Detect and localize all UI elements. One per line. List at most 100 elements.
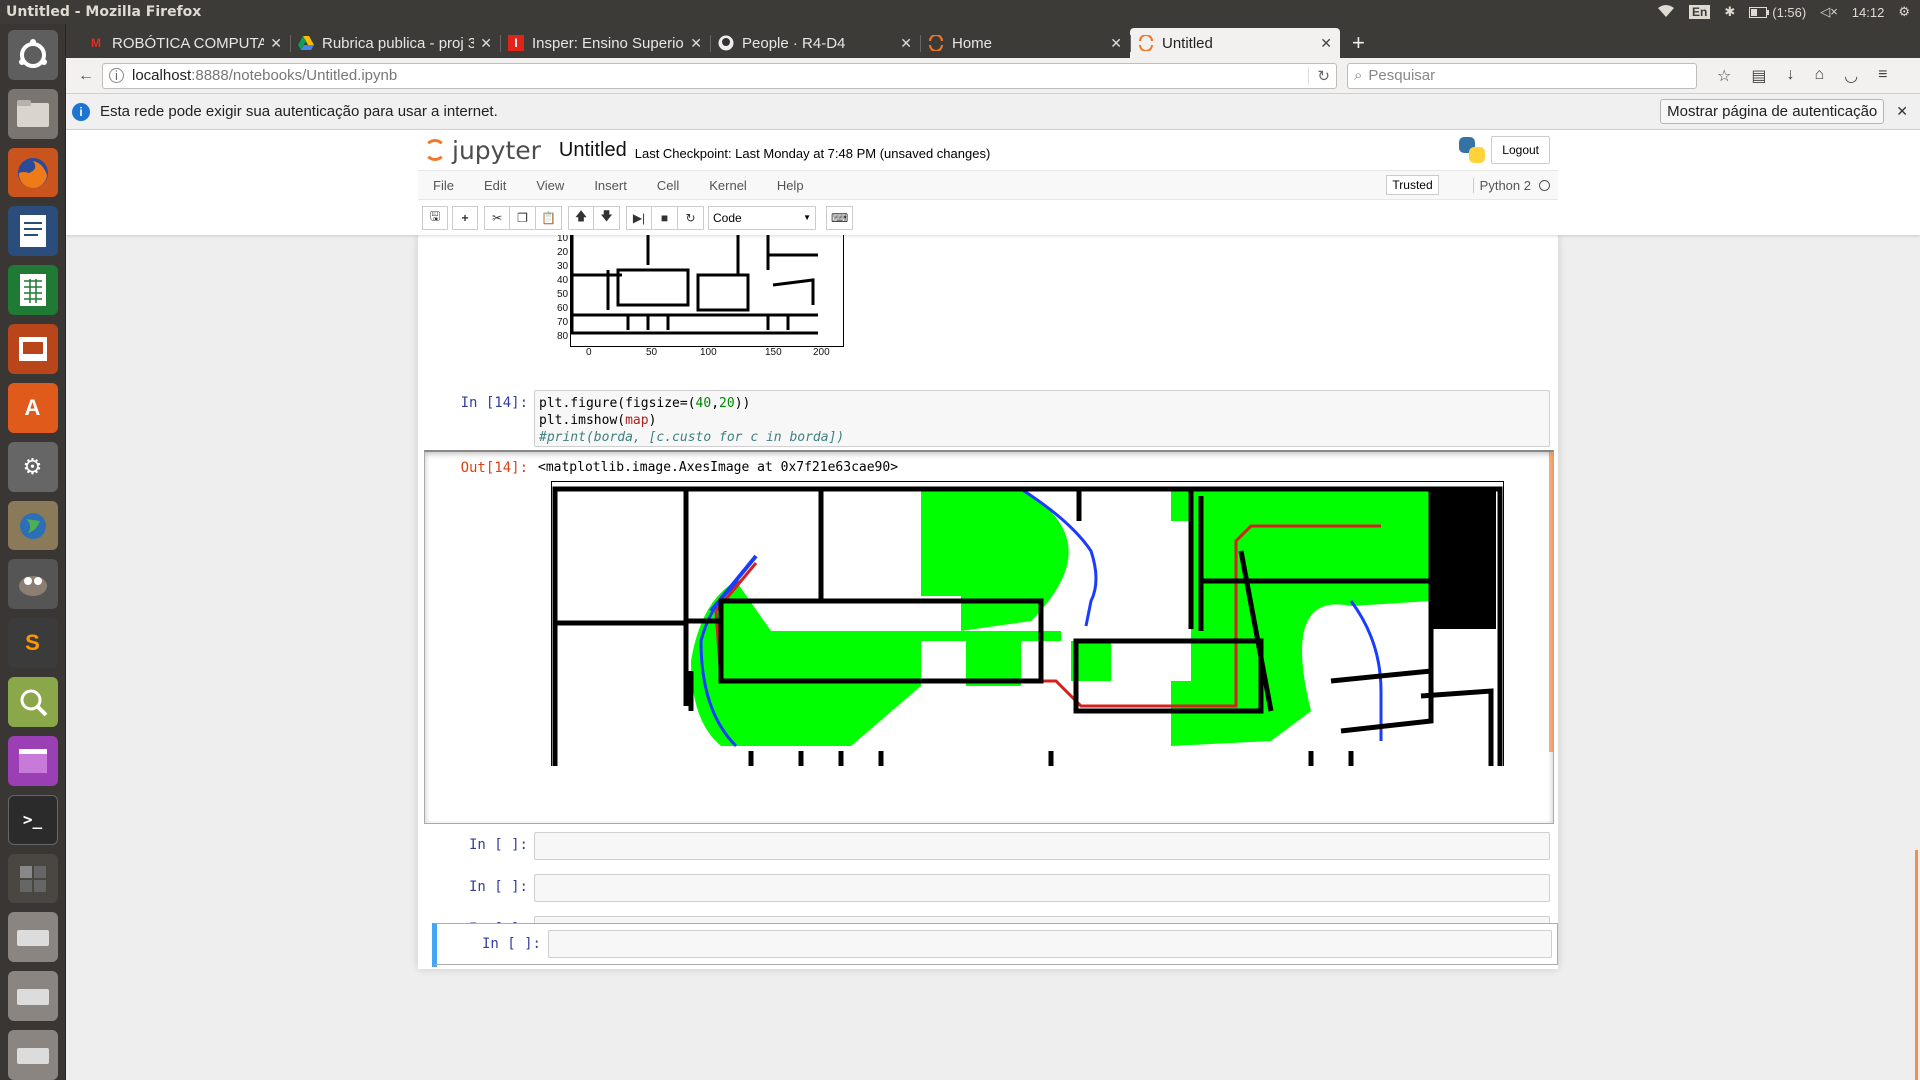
menu-edit[interactable]: Edit: [469, 178, 521, 193]
new-tab-plus-icon[interactable]: +: [1340, 28, 1377, 58]
code-comment-line: #print(borda, [c.custo for c in borda]): [539, 430, 845, 445]
system-top-panel: Untitled - Mozilla Firefox En ✱ (1:56) ◁…: [0, 0, 1920, 24]
map-image-output: [551, 481, 1504, 824]
close-icon[interactable]: ✕: [270, 35, 282, 52]
cell-type-value: Code: [713, 210, 742, 225]
input-prompt: In [ ]:: [481, 936, 541, 952]
code-editor[interactable]: [534, 874, 1550, 902]
output-scroll-indicator[interactable]: [1549, 452, 1553, 752]
site-info-icon[interactable]: i: [109, 68, 124, 83]
close-icon[interactable]: ✕: [1110, 35, 1122, 52]
run-step-icon[interactable]: ▶|: [626, 205, 652, 230]
sublime-text-icon[interactable]: S: [7, 618, 58, 669]
jupyter-menubar: File Edit View Insert Cell Kernel Help T…: [418, 170, 1558, 200]
browser-tab-active[interactable]: Untitled ✕: [1130, 28, 1340, 58]
insert-cell-plus-icon[interactable]: +: [452, 205, 478, 230]
download-arrow-icon[interactable]: ↓: [1786, 66, 1794, 86]
wifi-icon[interactable]: [1657, 4, 1675, 21]
drive-icon[interactable]: [7, 912, 58, 963]
pocket-icon[interactable]: ◡: [1844, 66, 1858, 86]
kernel-idle-indicator-icon: [1539, 179, 1550, 191]
volume-muted-icon[interactable]: ◁×: [1820, 4, 1838, 20]
x-tick-label: 0: [586, 347, 592, 358]
kernel-name: Python 2: [1472, 177, 1531, 193]
restart-icon[interactable]: ↻: [678, 205, 704, 230]
close-icon[interactable]: ✕: [900, 35, 912, 52]
input-prompt: In [14]:: [460, 395, 528, 411]
menu-help[interactable]: Help: [762, 178, 819, 193]
python-logo-icon: [1459, 137, 1486, 163]
selected-cell-frame[interactable]: In [ ]:: [432, 923, 1558, 965]
code-editor[interactable]: [548, 930, 1552, 958]
menu-view[interactable]: View: [521, 178, 579, 193]
paste-icon[interactable]: 📋: [536, 205, 562, 230]
trusted-badge[interactable]: Trusted: [1386, 175, 1439, 195]
notebook-name[interactable]: Untitled: [559, 139, 627, 162]
libreoffice-impress-icon[interactable]: [7, 324, 58, 374]
y-tick-label: 10: [557, 235, 569, 244]
y-tick-label: 50: [557, 289, 569, 300]
menu-insert[interactable]: Insert: [579, 178, 642, 193]
files-icon[interactable]: [7, 88, 58, 139]
menu-cell[interactable]: Cell: [642, 178, 694, 193]
logout-button[interactable]: Logout: [1491, 136, 1550, 164]
save-icon[interactable]: 🖫: [422, 205, 448, 230]
keyboard-layout-indicator[interactable]: En: [1688, 5, 1711, 19]
output-text: <matplotlib.image.AxesImage at 0x7f21e63…: [538, 460, 899, 475]
clock[interactable]: 14:12: [1852, 5, 1885, 20]
move-down-arrow-icon[interactable]: 🡇: [594, 205, 620, 230]
libreoffice-calc-icon[interactable]: [7, 265, 58, 316]
software-center-icon[interactable]: A: [7, 382, 58, 433]
close-icon[interactable]: ✕: [1320, 35, 1332, 52]
close-icon[interactable]: ✕: [480, 35, 492, 52]
image-viewer-icon[interactable]: [7, 677, 58, 727]
browser-tab[interactable]: People · R4-D4 ✕: [710, 28, 920, 58]
cut-scissors-icon[interactable]: ✂: [484, 205, 510, 230]
ubuntu-dash-icon[interactable]: [7, 30, 58, 80]
code-editor[interactable]: [534, 832, 1550, 860]
menu-kernel[interactable]: Kernel: [694, 178, 762, 193]
cell-type-select[interactable]: Code ▼: [708, 205, 816, 230]
browser-tab[interactable]: M ROBÓTICA COMPUTAC ✕: [80, 28, 290, 58]
copy-icon[interactable]: ❐: [510, 205, 536, 230]
previous-plot-axes-frame: [570, 235, 844, 347]
drive-icon[interactable]: [7, 1030, 58, 1080]
menu-file[interactable]: File: [418, 178, 469, 193]
jupyter-header: jupyter Untitled Last Checkpoint: Last M…: [66, 130, 1920, 235]
jupyter-page: jupyter Untitled Last Checkpoint: Last M…: [66, 130, 1920, 1080]
browser-tab[interactable]: Home ✕: [920, 28, 1130, 58]
y-tick-label: 30: [557, 261, 569, 272]
browser-nav-bar: ← i localhost:8888/notebooks/Untitled.ip…: [66, 58, 1920, 94]
jupyter-logo[interactable]: jupyter: [424, 136, 541, 165]
close-icon[interactable]: ✕: [1896, 103, 1908, 120]
browser-tab[interactable]: Rubrica publica - proj 3 ✕: [290, 28, 500, 58]
keyboard-icon[interactable]: ⌨: [826, 205, 854, 230]
show-login-page-button[interactable]: Mostrar página de autenticação: [1660, 99, 1885, 124]
reload-icon[interactable]: ↻: [1308, 66, 1330, 85]
gimp-icon[interactable]: [7, 559, 58, 610]
firefox-icon[interactable]: [7, 147, 58, 198]
move-up-arrow-icon[interactable]: 🡅: [568, 205, 594, 230]
browser-tab[interactable]: I Insper: Ensino Superio ✕: [500, 28, 710, 58]
page-scrollbar-thumb[interactable]: [1915, 850, 1918, 1080]
terminal-icon[interactable]: >_: [7, 794, 58, 845]
libreoffice-writer-icon[interactable]: [7, 206, 58, 257]
url-bar[interactable]: i localhost:8888/notebooks/Untitled.ipyn…: [102, 62, 1337, 89]
search-bar[interactable]: ⌕ Pesquisar: [1347, 62, 1697, 89]
home-icon[interactable]: ⌂: [1814, 66, 1824, 86]
video-player-icon[interactable]: [7, 735, 58, 786]
bluetooth-icon[interactable]: ✱: [1724, 4, 1735, 20]
network-globe-icon[interactable]: [7, 500, 58, 551]
close-icon[interactable]: ✕: [690, 35, 702, 52]
workspace-switcher-icon[interactable]: [7, 853, 58, 904]
code-editor[interactable]: plt.figure(figsize=(40,20)) plt.imshow(m…: [534, 390, 1550, 447]
back-arrow-icon[interactable]: ←: [74, 64, 98, 88]
hamburger-menu-icon[interactable]: ≡: [1878, 66, 1887, 86]
reading-list-icon[interactable]: ▤: [1751, 66, 1766, 86]
system-settings-icon[interactable]: ⚙: [7, 441, 58, 492]
stop-square-icon[interactable]: ■: [652, 205, 678, 230]
bookmark-star-icon[interactable]: ☆: [1717, 66, 1731, 86]
drive-icon[interactable]: [7, 971, 58, 1022]
settings-gear-icon[interactable]: ⚙: [1898, 4, 1910, 20]
battery-icon[interactable]: (1:56): [1749, 5, 1806, 20]
